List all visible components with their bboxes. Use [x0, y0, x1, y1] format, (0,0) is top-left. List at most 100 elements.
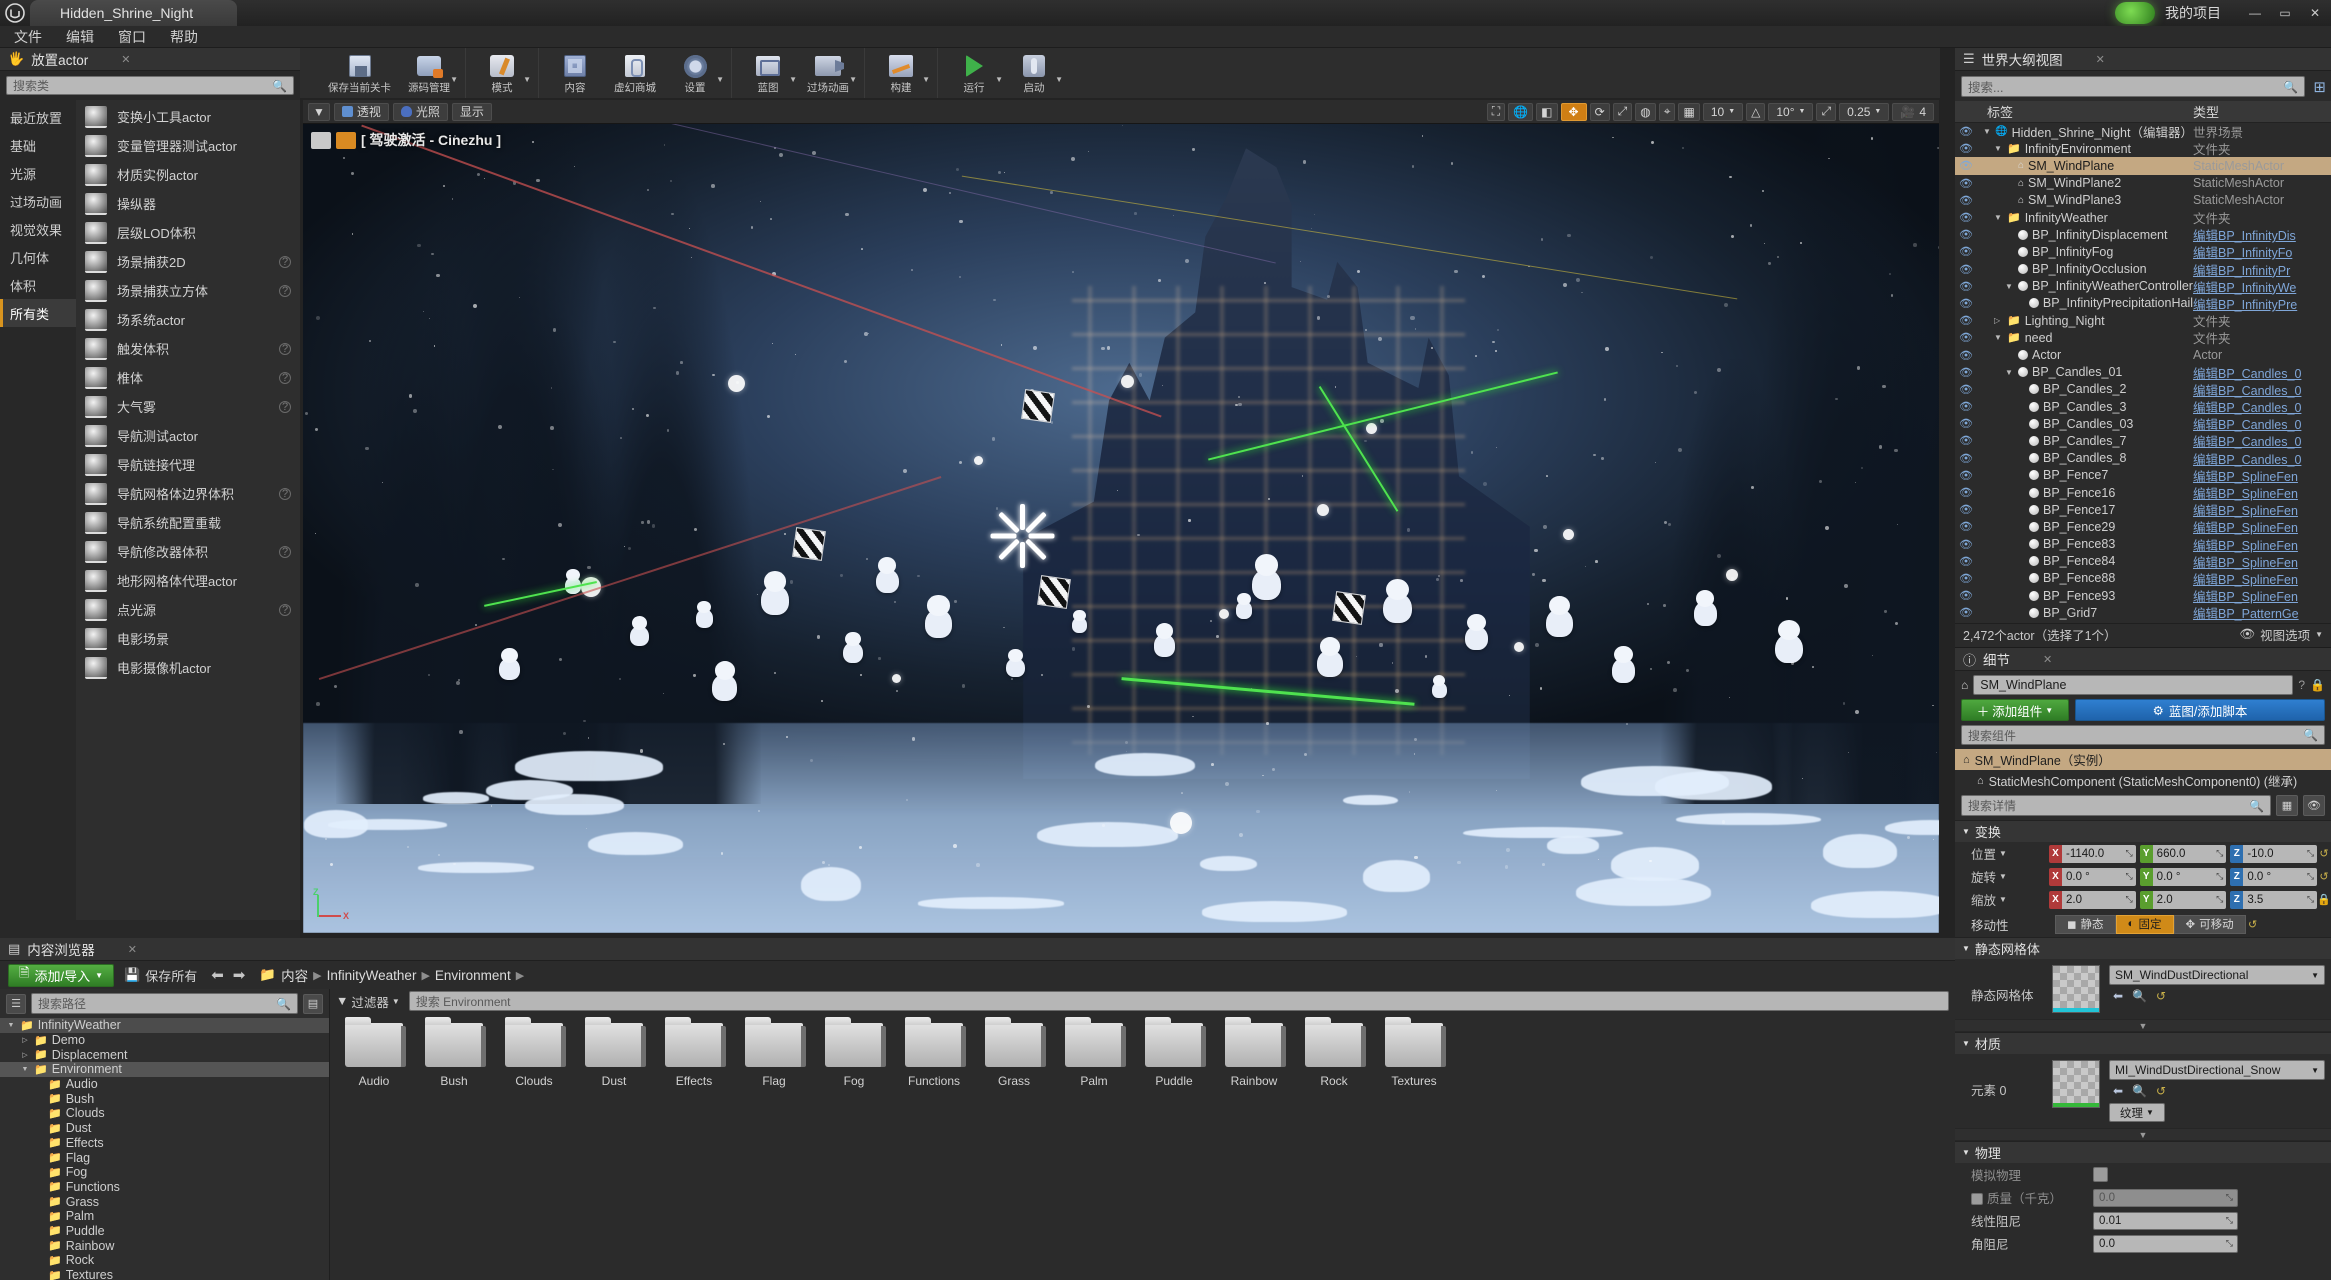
visibility-eye-icon[interactable]: 👁 — [1955, 555, 1977, 568]
outliner-rows[interactable]: 👁 ▼ 🌐 Hidden_Shrine_Night（编辑器） 世界场景 👁 ▼ 📁 Infini… — [1955, 123, 2331, 623]
category-recently-placed[interactable]: 最近放置 — [0, 103, 76, 131]
browse-asset-icon[interactable]: 🔍 — [2132, 989, 2147, 1003]
table-row[interactable]: 👁 ▼ BP_Candles_01 编辑BP_Candles_0 — [1955, 364, 2331, 381]
table-row[interactable]: 👁 BP_InfinityOcclusion 编辑BP_InfinityPr — [1955, 261, 2331, 278]
asset-tile[interactable]: Textures — [1384, 1023, 1444, 1088]
table-row[interactable]: 👁 BP_InfinityDisplacement 编辑BP_InfinityDis — [1955, 226, 2331, 243]
scale-x-field[interactable]: X 2.0 — [2049, 891, 2136, 909]
eject-icon[interactable] — [311, 132, 331, 149]
asset-tile[interactable]: Clouds — [504, 1023, 564, 1088]
place-actor-item[interactable]: 电影场景 — [76, 624, 300, 653]
asset-tile[interactable]: Grass — [984, 1023, 1044, 1088]
minimize-button[interactable]: — — [2245, 4, 2265, 22]
table-row[interactable]: 👁 ▼ 📁 InfinityEnvironment 文件夹 — [1955, 140, 2331, 157]
outliner-type-text[interactable]: 编辑BP_SplineFen — [2193, 483, 2331, 502]
revert-icon[interactable]: ↺ — [2317, 847, 2331, 860]
outliner-type-text[interactable]: 编辑BP_SplineFen — [2193, 552, 2331, 571]
help-icon[interactable]: ? — [279, 401, 291, 413]
close-icon[interactable]: ✕ — [121, 53, 130, 66]
grid-snap-value[interactable]: 10 ▼ — [1703, 103, 1743, 121]
section-static-mesh[interactable]: ▼ 静态网格体 — [1955, 937, 2331, 959]
place-actor-item[interactable]: 场景捕获立方体? — [76, 276, 300, 305]
visibility-eye-icon[interactable]: 👁 — [1955, 589, 1977, 602]
tree-item[interactable]: 📁 Dust — [0, 1121, 329, 1136]
table-row[interactable]: 👁 BP_Candles_03 编辑BP_Candles_0 — [1955, 415, 2331, 432]
visibility-eye-icon[interactable]: 👁 — [1955, 245, 1977, 258]
visibility-options-icon[interactable]: 👁 — [2303, 795, 2325, 816]
place-actor-item[interactable]: 点光源? — [76, 595, 300, 624]
visibility-eye-icon[interactable]: 👁 — [1955, 125, 1977, 138]
table-row[interactable]: 👁 BP_Candles_7 编辑BP_Candles_0 — [1955, 432, 2331, 449]
scale-snap-toggle[interactable]: ⤢ — [1816, 103, 1836, 121]
status-globe-icon[interactable] — [2115, 2, 2155, 24]
asset-tile[interactable]: Audio — [344, 1023, 404, 1088]
tree-item[interactable]: 📁 Fog — [0, 1165, 329, 1180]
outliner-type-text[interactable]: 编辑BP_InfinityPre — [2193, 294, 2331, 313]
category-volumes[interactable]: 体积 — [0, 271, 76, 299]
asset-tile[interactable]: Rainbow — [1224, 1023, 1284, 1088]
place-actor-item[interactable]: 导航网格体边界体积? — [76, 479, 300, 508]
rotation-snap-value[interactable]: 10° ▼ — [1768, 103, 1813, 121]
tree-item[interactable]: ▷ 📁 Displacement — [0, 1047, 329, 1062]
expand-triangle-icon[interactable]: ▼ — [1994, 213, 2003, 222]
rotate-tool-button[interactable]: ⟳ — [1590, 103, 1610, 121]
cinematics-button[interactable]: 过场动画 ▼ — [798, 48, 858, 98]
table-row[interactable]: 👁 ▷ 📁 Lighting_Night 文件夹 — [1955, 312, 2331, 329]
visibility-eye-icon[interactable]: 👁 — [1955, 520, 1977, 533]
asset-tile[interactable]: Dust — [584, 1023, 644, 1088]
use-selected-asset-icon[interactable]: ⬅ — [2113, 1084, 2123, 1098]
expand-triangle-icon[interactable]: ▼ — [2005, 368, 2014, 377]
expand-triangle-icon[interactable]: ▼ — [1983, 127, 1991, 136]
chevron-down-icon[interactable]: ▼ — [995, 75, 1003, 84]
chevron-down-icon[interactable]: ▼ — [450, 75, 458, 84]
browse-asset-icon[interactable]: 🔍 — [2132, 1084, 2147, 1098]
category-visual-effects[interactable]: 视觉效果 — [0, 215, 76, 243]
globe-coord-icon[interactable]: 🌐 — [1508, 103, 1533, 121]
visibility-eye-icon[interactable]: 👁 — [1955, 572, 1977, 585]
chevron-down-icon[interactable]: ▼ — [789, 75, 797, 84]
chevron-down-icon[interactable]: ▼ — [1055, 75, 1063, 84]
display-options-icon[interactable]: ▦ — [2276, 795, 2298, 816]
outliner-type-text[interactable]: 编辑BP_Candles_0 — [2193, 449, 2331, 468]
close-icon[interactable]: ✕ — [2096, 53, 2105, 66]
visibility-eye-icon[interactable]: 👁 — [1955, 263, 1977, 276]
component-search-input[interactable]: 搜索组件 🔍 — [1961, 725, 2325, 745]
rotation-x-field[interactable]: X 0.0 ° — [2049, 868, 2136, 886]
visibility-eye-icon[interactable]: 👁 — [1955, 417, 1977, 430]
mobility-movable-button[interactable]: ✥ 可移动 — [2174, 915, 2246, 934]
account-label[interactable]: 我的项目 — [2165, 3, 2235, 23]
outliner-search-input[interactable]: 搜索... 🔍 ⊞ — [1961, 76, 2305, 97]
project-tab[interactable]: Hidden_Shrine_Night — [30, 0, 237, 26]
tree-item[interactable]: 📁 Puddle — [0, 1224, 329, 1239]
mass-value-field[interactable]: 0.0 — [2093, 1189, 2238, 1207]
asset-tile[interactable]: Flag — [744, 1023, 804, 1088]
section-material[interactable]: ▼ 材质 — [1955, 1032, 2331, 1054]
asset-tile[interactable]: Functions — [904, 1023, 964, 1088]
maximize-viewport-icon[interactable]: ⛶ — [1487, 103, 1505, 121]
maximize-button[interactable]: ▭ — [2275, 4, 2295, 22]
menu-file[interactable]: 文件 — [14, 27, 42, 47]
chevron-down-icon[interactable]: ▼ — [523, 75, 531, 84]
table-row[interactable]: 👁 BP_Candles_2 编辑BP_Candles_0 — [1955, 381, 2331, 398]
blueprint-add-script-button[interactable]: ⚙ 蓝图/添加脚本 — [2075, 699, 2325, 721]
asset-tile[interactable]: Palm — [1064, 1023, 1124, 1088]
lighting-button[interactable]: 光照 — [393, 103, 448, 121]
possess-icon[interactable] — [336, 132, 356, 149]
visibility-eye-icon[interactable]: 👁 — [1955, 159, 1977, 172]
expand-triangle-icon[interactable]: ▼ — [20, 1066, 30, 1073]
outliner-col-type[interactable]: 类型 — [2193, 102, 2331, 121]
collapse-tree-icon[interactable]: ☰ — [6, 994, 26, 1014]
visibility-eye-icon[interactable]: 👁 — [1955, 194, 1977, 207]
grid-snap-toggle[interactable]: ▦ — [1678, 103, 1699, 121]
static-mesh-combo[interactable]: SM_WindDustDirectional ▼ — [2109, 965, 2325, 985]
help-icon[interactable]: ? — [2298, 678, 2305, 692]
category-basic[interactable]: 基础 — [0, 131, 76, 159]
add-import-button[interactable]: 🗎 添加/导入 ▼ — [8, 964, 114, 987]
blueprint-button[interactable]: 蓝图 ▼ — [738, 48, 798, 98]
table-row[interactable]: 👁 ▼ 🌐 Hidden_Shrine_Night（编辑器） 世界场景 — [1955, 123, 2331, 140]
expand-triangle-icon[interactable]: ▷ — [20, 1036, 30, 1044]
tree-item[interactable]: 📁 Clouds — [0, 1106, 329, 1121]
revert-icon[interactable]: ↺ — [2246, 918, 2260, 931]
scale-y-field[interactable]: Y 2.0 — [2140, 891, 2227, 909]
category-geometry[interactable]: 几何体 — [0, 243, 76, 271]
